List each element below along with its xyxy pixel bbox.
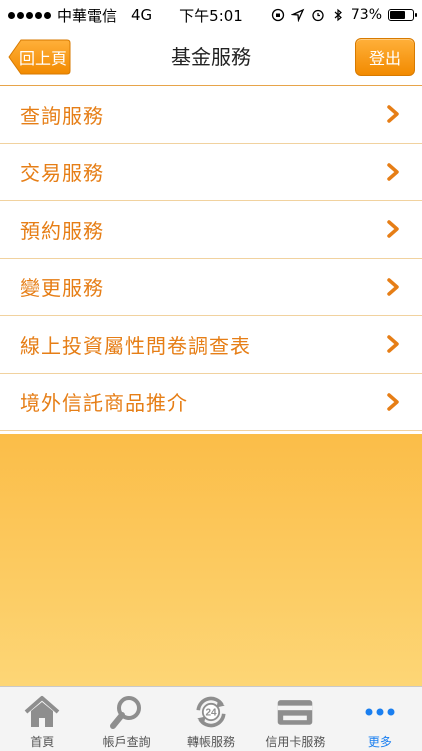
battery-fill: [390, 11, 406, 19]
menu-item-label: 境外信託商品推介: [20, 391, 188, 416]
tab-label: 帳戶查詢: [102, 735, 151, 749]
tab-more[interactable]: 更多: [338, 687, 422, 751]
credit-card-icon: [278, 700, 313, 725]
chevron-right-icon: [387, 163, 399, 181]
svg-text:24: 24: [205, 708, 217, 719]
fund-service-menu: 查詢服務 交易服務 預約服務 變更服務 線上投資屬性問卷調查表 境外信託商品推介: [0, 86, 422, 431]
alarm-icon: [312, 9, 324, 22]
menu-item-inquiry[interactable]: 查詢服務: [0, 86, 422, 144]
menu-item-label: 查詢服務: [20, 103, 104, 128]
more-dots-icon: [365, 708, 395, 716]
chevron-right-icon: [387, 220, 399, 238]
bluetooth-icon: [334, 8, 342, 22]
signal-strength-icon: [8, 11, 51, 19]
home-icon: [24, 696, 60, 727]
menu-item-label: 預約服務: [20, 218, 104, 243]
tab-label: 轉帳服務: [187, 735, 236, 749]
battery-percent: 73%: [350, 7, 382, 23]
logout-button[interactable]: 登出: [355, 38, 415, 76]
menu-item-change[interactable]: 變更服務: [0, 258, 422, 316]
menu-item-reservation[interactable]: 預約服務: [0, 201, 422, 259]
menu-item-offshore-products[interactable]: 境外信託商品推介: [0, 373, 422, 431]
navigation-bar: 基金服務 回上頁 登出: [0, 30, 422, 86]
chevron-right-icon: [387, 105, 399, 123]
background-area: [0, 434, 422, 686]
back-button[interactable]: 回上頁: [7, 39, 71, 75]
tab-account-inquiry[interactable]: 帳戶查詢: [84, 687, 168, 751]
logout-button-label: 登出: [368, 49, 401, 68]
tab-label: 信用卡服務: [265, 735, 326, 749]
tab-label: 更多: [367, 735, 392, 749]
menu-item-label: 線上投資屬性問卷調查表: [20, 333, 251, 358]
carrier-name: 中華電信: [57, 6, 118, 25]
menu-item-risk-questionnaire[interactable]: 線上投資屬性問卷調查表: [0, 316, 422, 374]
menu-item-label: 變更服務: [20, 276, 104, 301]
location-icon: [290, 8, 305, 22]
chevron-right-icon: [387, 278, 399, 296]
transfer-24-icon: 24: [196, 696, 226, 728]
menu-item-label: 交易服務: [20, 161, 104, 186]
magnifier-icon: [109, 696, 141, 729]
tab-home[interactable]: 首頁: [0, 687, 84, 751]
chevron-right-icon: [387, 335, 399, 353]
status-right: 73%: [271, 7, 417, 23]
tab-transfer[interactable]: 24 轉帳服務: [169, 687, 253, 751]
network-type: 4G: [131, 6, 153, 24]
status-left: 中華電信 4G: [8, 5, 152, 26]
tab-label: 首頁: [30, 735, 55, 749]
back-button-label: 回上頁: [18, 49, 67, 68]
tab-credit-card[interactable]: 信用卡服務: [253, 687, 337, 751]
chevron-right-icon: [387, 393, 399, 411]
status-bar: 中華電信 4G 下午5:01 73%: [0, 0, 422, 30]
tab-bar: 首頁 帳戶查詢 24 轉帳服務 信用卡服務 更多: [0, 686, 422, 751]
menu-item-trading[interactable]: 交易服務: [0, 143, 422, 201]
battery-icon: [388, 9, 417, 21]
orientation-lock-icon: [271, 8, 285, 22]
